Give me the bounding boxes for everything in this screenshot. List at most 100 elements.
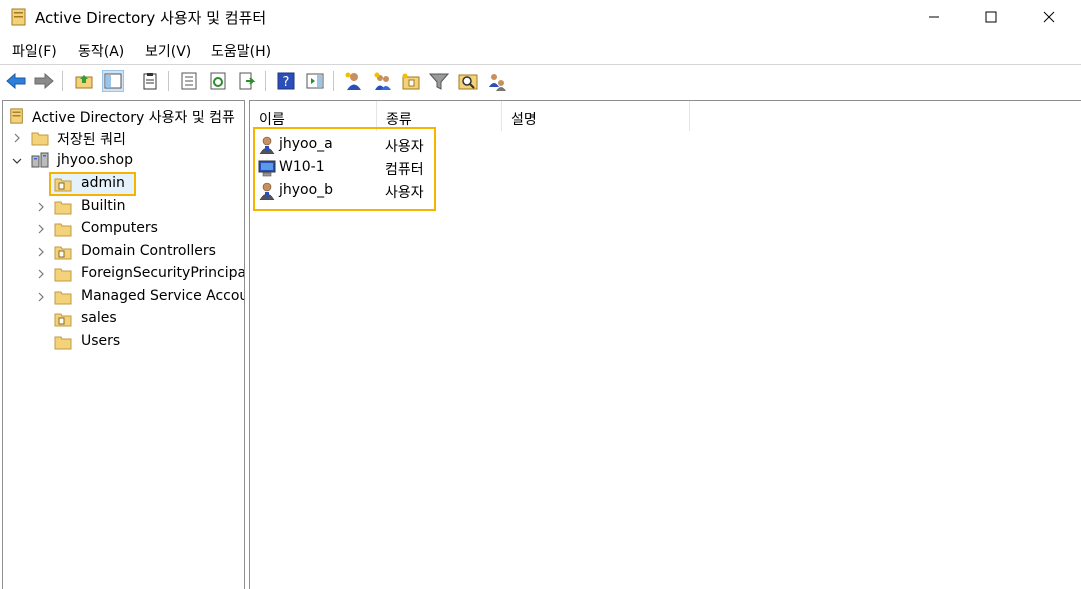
ou-folder-icon [54, 246, 72, 260]
toolbar: ? [0, 64, 1081, 96]
new-group-icon [374, 72, 391, 90]
tree-item-label: jhyoo.shop [57, 152, 134, 168]
back-icon [6, 73, 26, 89]
minimize-button[interactable] [911, 0, 957, 34]
new-group-button[interactable] [372, 70, 394, 92]
tree-item-domain[interactable]: jhyoo.shop [7, 150, 243, 172]
ou-folder-icon [54, 178, 72, 192]
row-type: 컴퓨터 [385, 162, 424, 178]
new-user-icon [345, 72, 361, 90]
tree-item[interactable]: Domain Controllers [7, 241, 243, 263]
toolbar-separator [62, 71, 63, 91]
svg-text:?: ? [283, 75, 290, 90]
show-hide-tree-button[interactable] [102, 70, 124, 92]
chevron-right-icon[interactable] [36, 202, 46, 212]
title-bar: Active Directory 사용자 및 컴퓨터 [0, 0, 1081, 34]
ad-app-icon [11, 8, 26, 26]
folder-icon [54, 268, 72, 282]
tree-pane[interactable]: Active Directory 사용자 및 컴퓨 저장된 쿼리 jhyoo.s… [2, 100, 245, 589]
list-pane[interactable]: 이름 종류 설명 jhyoo_a 사용자 W10-1 컴퓨터 jhyoo_b 사용자 [249, 100, 1081, 589]
minimize-icon [929, 16, 939, 18]
row-type: 사용자 [385, 139, 424, 155]
close-button[interactable] [1026, 0, 1072, 34]
forward-button[interactable] [33, 70, 55, 92]
find-button[interactable] [457, 70, 479, 92]
tree-item[interactable]: sales [7, 308, 243, 330]
window-title: Active Directory 사용자 및 컴퓨터 [35, 9, 267, 27]
maximize-button[interactable] [968, 0, 1014, 34]
tree-item[interactable]: ForeignSecurityPrincipals [7, 263, 245, 285]
user-icon [259, 182, 275, 200]
row-name: jhyoo_b [279, 182, 334, 198]
properties-icon [181, 72, 197, 90]
menu-file[interactable]: 파일(F) [12, 41, 57, 61]
tree-item[interactable]: admin [7, 172, 243, 196]
folder-icon [54, 291, 72, 305]
list-row[interactable]: jhyoo_b 사용자 [250, 180, 550, 203]
find-icon [458, 74, 478, 90]
new-user-button[interactable] [343, 70, 365, 92]
tree-root-label: Active Directory 사용자 및 컴퓨 [32, 110, 235, 126]
tree-item[interactable]: Computers [7, 218, 243, 240]
folder-icon [54, 336, 72, 350]
properties-button[interactable] [178, 70, 200, 92]
menu-action[interactable]: 동작(A) [78, 41, 124, 61]
list-row[interactable]: jhyoo_a 사용자 [250, 134, 550, 157]
menu-bar: 파일(F) 동작(A) 보기(V) 도움말(H) [0, 36, 1081, 64]
toolbar-separator [168, 71, 169, 91]
list-row[interactable]: W10-1 컴퓨터 [250, 157, 550, 180]
toolbar-separator [333, 71, 334, 91]
chevron-right-icon[interactable] [36, 224, 46, 234]
ad-root-icon [10, 108, 23, 124]
computer-icon [258, 160, 276, 177]
tree-item-saved-queries[interactable]: 저장된 쿼리 [7, 127, 243, 149]
chevron-right-icon[interactable] [12, 133, 22, 143]
tree-item-label: 저장된 쿼리 [57, 132, 126, 148]
back-button[interactable] [5, 70, 27, 92]
show-hide-tree-icon [104, 73, 122, 89]
menu-view[interactable]: 보기(V) [145, 41, 191, 61]
menu-help[interactable]: 도움말(H) [211, 41, 271, 61]
folder-icon [31, 132, 49, 146]
tree-item[interactable]: Users [7, 331, 243, 353]
help-button[interactable]: ? [275, 70, 297, 92]
show-action-pane-icon [306, 73, 324, 89]
domain-icon [31, 152, 49, 168]
add-to-group-icon [489, 74, 506, 91]
tree-root[interactable]: Active Directory 사용자 및 컴퓨 [7, 105, 243, 127]
folder-icon [54, 223, 72, 237]
tree-item-label: Managed Service Accour [81, 288, 245, 304]
tree-item[interactable]: Managed Service Accour [7, 286, 245, 308]
refresh-icon [210, 72, 226, 90]
tree-item-label: Domain Controllers [81, 243, 216, 259]
new-ou-icon [402, 73, 420, 90]
ou-folder-icon [54, 313, 72, 327]
column-header-description[interactable]: 설명 [502, 101, 690, 131]
row-name: W10-1 [279, 159, 325, 175]
up-folder-button[interactable] [73, 70, 95, 92]
folder-icon [54, 201, 72, 215]
row-type: 사용자 [385, 185, 424, 201]
filter-button[interactable] [428, 70, 450, 92]
chevron-right-icon[interactable] [36, 269, 46, 279]
maximize-icon [985, 11, 997, 23]
tree-item-label: Computers [81, 220, 158, 236]
tree-item-label: ForeignSecurityPrincipals [81, 265, 245, 281]
tree-item-label: admin [81, 175, 125, 191]
chevron-down-icon[interactable] [12, 156, 22, 166]
chevron-right-icon[interactable] [36, 292, 46, 302]
refresh-button[interactable] [207, 70, 229, 92]
clipboard-button[interactable] [139, 70, 161, 92]
tree-item[interactable]: Builtin [7, 196, 243, 218]
chevron-right-icon[interactable] [36, 247, 46, 257]
add-to-group-button[interactable] [486, 70, 508, 92]
show-action-pane-button[interactable] [304, 70, 326, 92]
toolbar-separator [265, 71, 266, 91]
tree-item-label: Builtin [81, 198, 126, 214]
close-icon [1043, 11, 1055, 23]
new-ou-button[interactable] [400, 70, 422, 92]
forward-icon [34, 73, 54, 89]
export-list-button[interactable] [236, 70, 258, 92]
filter-icon [429, 73, 449, 90]
tree-item-label: Users [81, 333, 121, 349]
